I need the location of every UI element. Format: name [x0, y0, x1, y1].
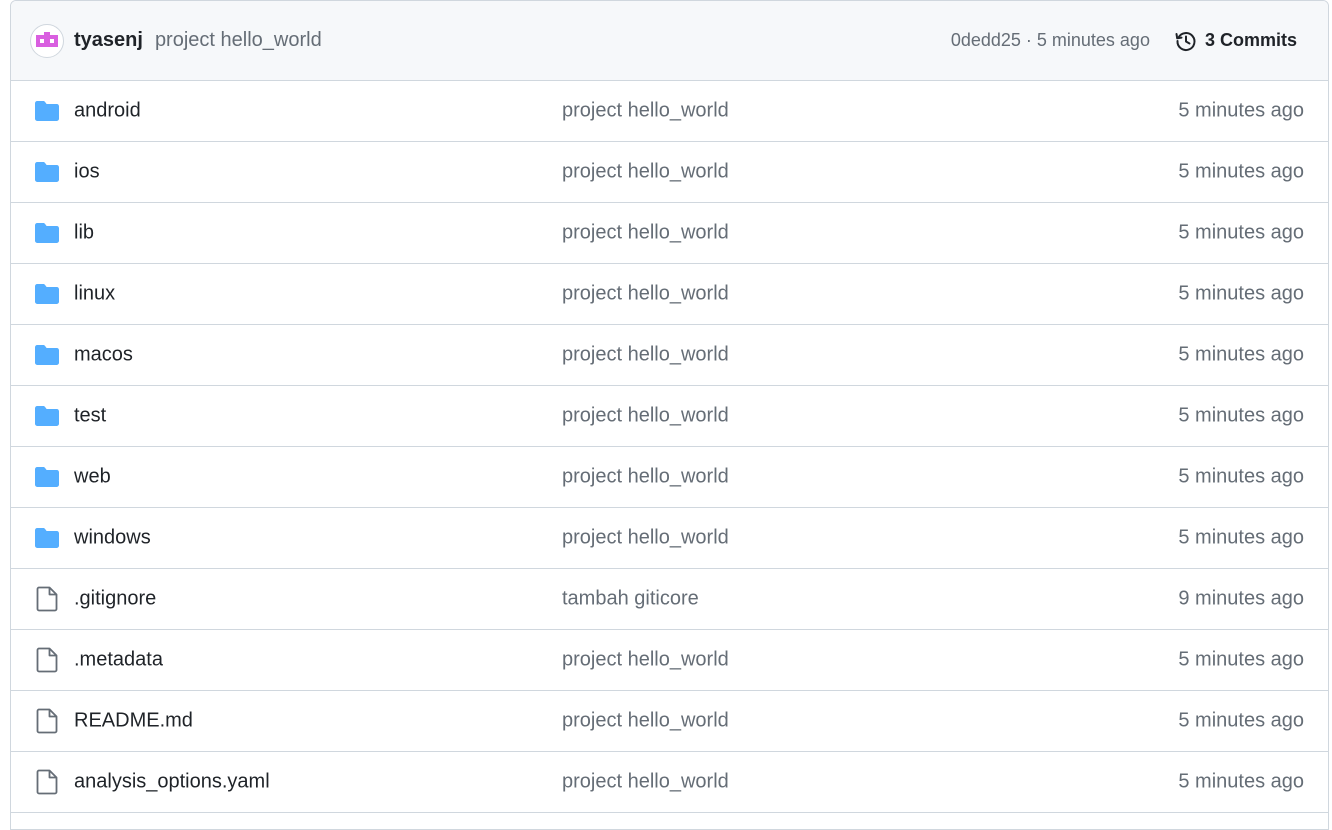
file-commit-age: 5 minutes ago — [1178, 160, 1304, 183]
folder-icon — [33, 524, 61, 552]
file-commit-age: 5 minutes ago — [1178, 282, 1304, 305]
file-commit-age: 5 minutes ago — [1178, 770, 1304, 793]
file-commit-message-link[interactable]: project hello_world — [562, 527, 729, 550]
file-name-link[interactable]: .gitignore — [74, 588, 156, 611]
file-commit-age: 5 minutes ago — [1178, 343, 1304, 366]
file-row-ios[interactable]: ios project hello_world 5 minutes ago — [11, 142, 1328, 203]
file-commit-message-link[interactable]: tambah giticore — [562, 588, 699, 611]
file-name-link[interactable]: ios — [74, 161, 100, 184]
file-row-test[interactable]: test project hello_world 5 minutes ago — [11, 386, 1328, 447]
file-name-link[interactable]: lib — [74, 222, 94, 245]
file-commit-age: 5 minutes ago — [1178, 99, 1304, 122]
file-icon — [33, 768, 61, 796]
folder-icon — [33, 402, 61, 430]
folder-icon — [33, 341, 61, 369]
file-icon — [33, 707, 61, 735]
history-icon — [1175, 31, 1196, 51]
folder-icon — [33, 463, 61, 491]
file-commit-age: 9 minutes ago — [1178, 587, 1304, 610]
file-row-metadata[interactable]: .metadata project hello_world 5 minutes ag… — [11, 630, 1328, 691]
folder-icon — [33, 280, 61, 308]
file-icon — [33, 585, 61, 613]
commit-author[interactable]: tyasenj — [74, 29, 143, 52]
file-name-link[interactable]: linux — [74, 283, 115, 306]
file-commit-message-link[interactable]: project hello_world — [562, 710, 729, 733]
file-commit-age: 5 minutes ago — [1178, 465, 1304, 488]
file-name-link[interactable]: android — [74, 100, 141, 123]
file-commit-message-link[interactable]: project hello_world — [562, 100, 729, 123]
file-name-link[interactable]: web — [74, 466, 111, 489]
file-row-web[interactable]: web project hello_world 5 minutes ago — [11, 447, 1328, 508]
file-commit-message-link[interactable]: project hello_world — [562, 466, 729, 489]
file-name-link[interactable]: analysis_options.yaml — [74, 771, 270, 794]
file-commit-message-link[interactable]: project hello_world — [562, 222, 729, 245]
file-name-link[interactable]: .metadata — [74, 649, 163, 672]
file-list: android project hello_world 5 minutes ago i… — [11, 81, 1328, 813]
identicon-avatar[interactable] — [30, 23, 64, 58]
file-commit-message-link[interactable]: project hello_world — [562, 771, 729, 794]
file-commit-message-link[interactable]: project hello_world — [562, 405, 729, 428]
file-commit-message-link[interactable]: project hello_world — [562, 344, 729, 367]
file-commit-age: 5 minutes ago — [1178, 709, 1304, 732]
file-commit-age: 5 minutes ago — [1178, 648, 1304, 671]
file-commit-age: 5 minutes ago — [1178, 221, 1304, 244]
commit-message[interactable]: project hello_world — [155, 29, 322, 52]
file-commit-message-link[interactable]: project hello_world — [562, 649, 729, 672]
file-row-android[interactable]: android project hello_world 5 minutes ago — [11, 81, 1328, 142]
file-name-link[interactable]: README.md — [74, 710, 193, 733]
file-commit-message-link[interactable]: project hello_world — [562, 161, 729, 184]
file-name-link[interactable]: windows — [74, 527, 151, 550]
file-name-link[interactable]: macos — [74, 344, 133, 367]
file-row-readme-md[interactable]: README.md project hello_world 5 minutes ag… — [11, 691, 1328, 752]
file-name-link[interactable]: test — [74, 405, 106, 428]
file-commit-message-link[interactable]: project hello_world — [562, 283, 729, 306]
file-icon — [33, 646, 61, 674]
folder-icon — [33, 97, 61, 125]
file-commit-age: 5 minutes ago — [1178, 404, 1304, 427]
file-row-analysis-options-yaml[interactable]: analysis_options.yaml project hello_world… — [11, 752, 1328, 813]
folder-icon — [33, 219, 61, 247]
file-row-lib[interactable]: lib project hello_world 5 minutes ago — [11, 203, 1328, 264]
commits-history-link[interactable]: 3 Commits — [1174, 29, 1297, 53]
latest-commit-header: tyasenj project hello_world 0dedd25 · 5 … — [11, 1, 1328, 81]
commit-hash-time[interactable]: 0dedd25 · 5 minutes ago — [951, 30, 1150, 51]
file-row-macos[interactable]: macos project hello_world 5 minutes ago — [11, 325, 1328, 386]
file-browser: tyasenj project hello_world 0dedd25 · 5 … — [10, 0, 1329, 830]
file-commit-age: 5 minutes ago — [1178, 526, 1304, 549]
commits-count-label: 3 Commits — [1204, 30, 1297, 50]
file-row-gitignore[interactable]: .gitignore tambah giticore 9 minutes ago — [11, 569, 1328, 630]
file-row-linux[interactable]: linux project hello_world 5 minutes ago — [11, 264, 1328, 325]
file-row-windows[interactable]: windows project hello_world 5 minutes ago — [11, 508, 1328, 569]
folder-icon — [33, 158, 61, 186]
